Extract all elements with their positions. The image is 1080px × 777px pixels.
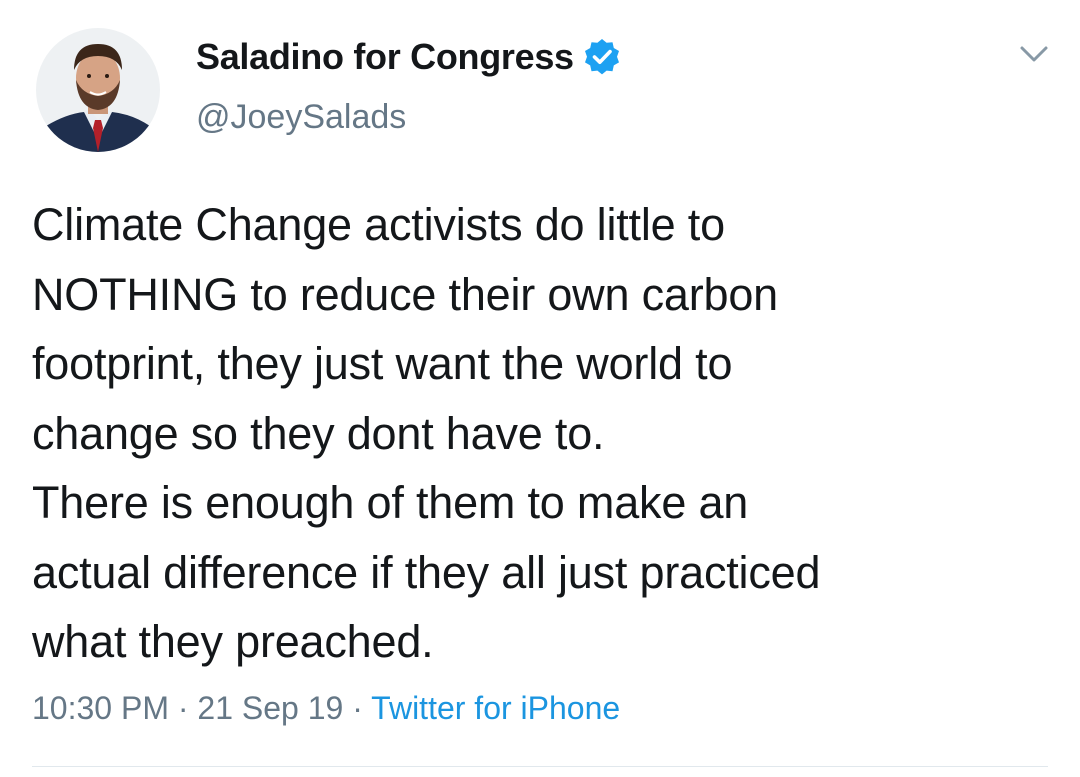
tweet-card: Saladino for Congress @JoeySalads Climat… — [0, 0, 1080, 777]
avatar-image — [36, 28, 160, 152]
meta-separator: · — [168, 690, 198, 726]
tweet-time[interactable]: 10:30 PM — [32, 690, 169, 726]
tweet-date[interactable]: 21 Sep 19 — [197, 690, 343, 726]
display-name[interactable]: Saladino for Congress — [196, 36, 574, 78]
verified-badge-icon — [582, 37, 622, 77]
name-row: Saladino for Congress — [196, 34, 622, 80]
user-handle[interactable]: @JoeySalads — [196, 98, 406, 137]
divider — [32, 766, 1048, 767]
meta-separator: · — [343, 690, 372, 726]
tweet-source-link[interactable]: Twitter for iPhone — [371, 690, 620, 726]
chevron-down-icon[interactable] — [1016, 40, 1052, 68]
avatar[interactable] — [36, 28, 160, 152]
tweet-text: Climate Change activists do little to NO… — [32, 199, 821, 667]
tweet-metadata: 10:30 PM · 21 Sep 19 · Twitter for iPhon… — [32, 690, 620, 727]
